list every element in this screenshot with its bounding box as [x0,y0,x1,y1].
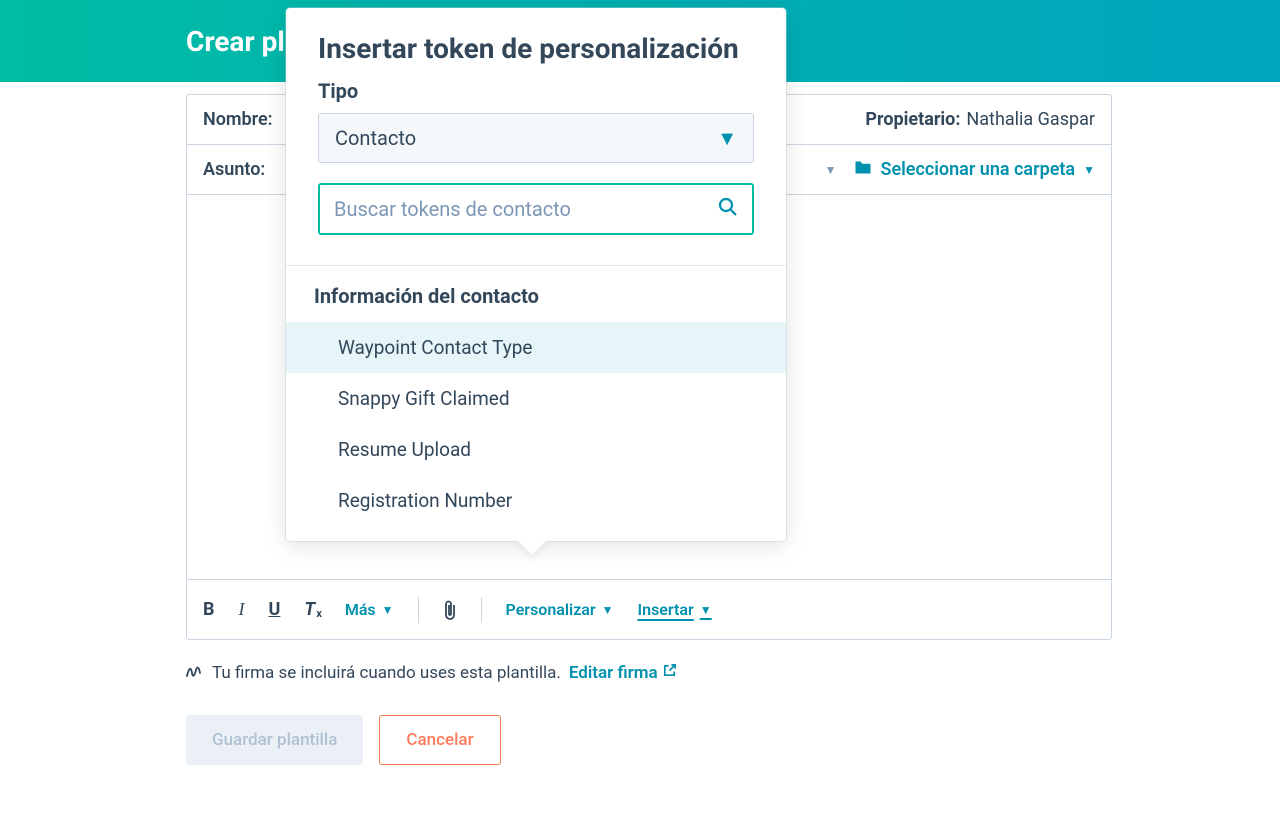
owner-label: Propietario: [865,109,960,130]
insert-button[interactable]: Insertar ▼ [638,600,712,619]
token-item[interactable]: Resume Upload [286,424,786,475]
edit-signature-link[interactable]: Editar firma [569,663,677,683]
personalize-label: Personalizar [506,600,596,619]
clear-format-button[interactable]: Tx [304,599,320,620]
more-label: Más [345,600,376,619]
type-label: Tipo [318,79,754,103]
chevron-down-icon: ▼ [717,126,737,151]
chevron-down-icon: ▼ [700,603,712,617]
external-link-icon [662,663,677,683]
italic-button[interactable]: I [239,599,245,620]
underline-button[interactable]: U [269,599,281,620]
chevron-down-icon: ▼ [1083,163,1095,177]
attachment-button[interactable] [443,599,457,621]
chevron-down-icon: ▼ [602,603,614,617]
signature-icon [186,662,204,683]
token-list: Información del contacto Waypoint Contac… [286,265,786,541]
action-buttons: Guardar plantilla Cancelar [186,715,501,765]
toolbar-divider [481,597,482,623]
folder-select-label: Seleccionar una carpeta [880,159,1075,180]
token-item[interactable]: Snappy Gift Claimed [286,373,786,424]
search-icon [718,197,738,222]
type-value: Contacto [335,126,416,150]
more-button[interactable]: Más ▼ [345,600,394,619]
page-title: Crear pl [186,25,285,58]
token-search-field[interactable] [318,183,754,235]
token-item[interactable]: Registration Number [286,475,786,526]
folder-icon [854,159,872,180]
signature-note: Tu firma se incluirá cuando uses esta pl… [186,662,677,683]
popover-title: Insertar token de personalización [318,32,754,65]
personalize-button[interactable]: Personalizar ▼ [506,600,614,619]
edit-signature-label: Editar firma [569,663,658,683]
save-template-button[interactable]: Guardar plantilla [186,715,363,765]
token-group-header: Información del contacto [286,266,786,322]
chevron-down-icon[interactable]: ▼ [825,163,837,177]
bold-button[interactable]: B [203,599,215,620]
owner-block: Propietario: Nathalia Gaspar [865,109,1095,130]
folder-select-button[interactable]: Seleccionar una carpeta ▼ [854,159,1095,180]
type-select[interactable]: Contacto ▼ [318,113,754,163]
toolbar-divider [418,597,419,623]
token-search-input[interactable] [334,197,718,221]
insert-label: Insertar [638,600,694,619]
personalization-popover: Insertar token de personalización Tipo C… [286,8,786,541]
editor-toolbar: B I U Tx Más ▼ Personalizar ▼ Insertar ▼ [187,579,1111,639]
nombre-label: Nombre: [203,109,273,130]
signature-text: Tu firma se incluirá cuando uses esta pl… [212,663,561,683]
owner-name: Nathalia Gaspar [966,109,1095,130]
chevron-down-icon: ▼ [382,603,394,617]
cancel-button[interactable]: Cancelar [379,715,500,765]
token-item[interactable]: Waypoint Contact Type [286,322,786,373]
asunto-label: Asunto: [203,159,265,180]
